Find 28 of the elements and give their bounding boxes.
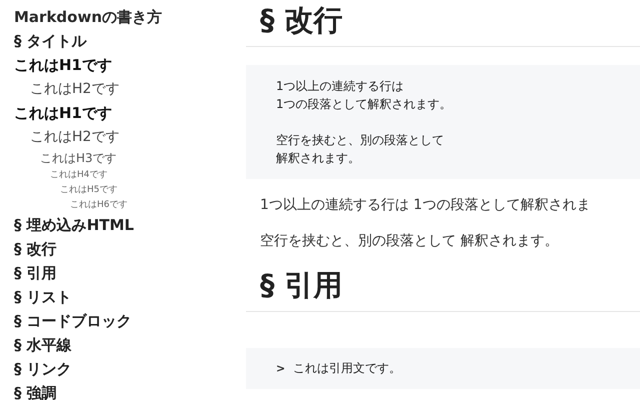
toc-link[interactable]: § 強調 [14, 381, 57, 400]
toc-link[interactable]: § 埋め込みHTML [14, 213, 134, 237]
code-line: 空行を挟むと、別の段落として [276, 132, 444, 149]
toc-link[interactable]: § 水平線 [14, 333, 72, 357]
code-line: 解釈されます。 [276, 150, 360, 167]
toc-link[interactable]: これはH3です [40, 149, 117, 168]
quote-text: これは引用文です。 [293, 360, 402, 377]
paragraph: 1つ以上の連続する行は 1つの段落として解釈されま [260, 196, 590, 215]
toc-link[interactable]: これはH5です [60, 183, 118, 198]
paragraph: 空行を挟むと、別の段落として 解釈されます。 [260, 232, 558, 251]
section-heading: § 改行 [260, 2, 344, 39]
toc-link[interactable]: § コードブロック [14, 309, 132, 333]
quote-marker: > [276, 362, 286, 375]
toc-link[interactable]: これはH2です [30, 77, 120, 101]
toc-link[interactable]: これはH2です [30, 125, 120, 149]
toc-link[interactable]: これはH4です [50, 168, 108, 183]
toc-link[interactable]: § 改行 [14, 237, 57, 261]
section-heading: § 引用 [260, 267, 344, 304]
toc-link[interactable]: これはH1です [14, 53, 112, 77]
toc-link[interactable]: § リスト [14, 285, 72, 309]
toc-link[interactable]: § 引用 [14, 261, 57, 285]
toc-link[interactable]: これはH6です [70, 198, 128, 213]
code-line: 1つ以上の連続する行は [276, 78, 404, 95]
toc-link[interactable]: これはH1です [14, 101, 112, 125]
toc-link[interactable]: § タイトル [14, 29, 87, 53]
code-line: 1つの段落として解釈されます。 [276, 96, 452, 113]
toc-link[interactable]: Markdownの書き方 [14, 5, 162, 29]
toc-link[interactable]: § リンク [14, 357, 72, 381]
